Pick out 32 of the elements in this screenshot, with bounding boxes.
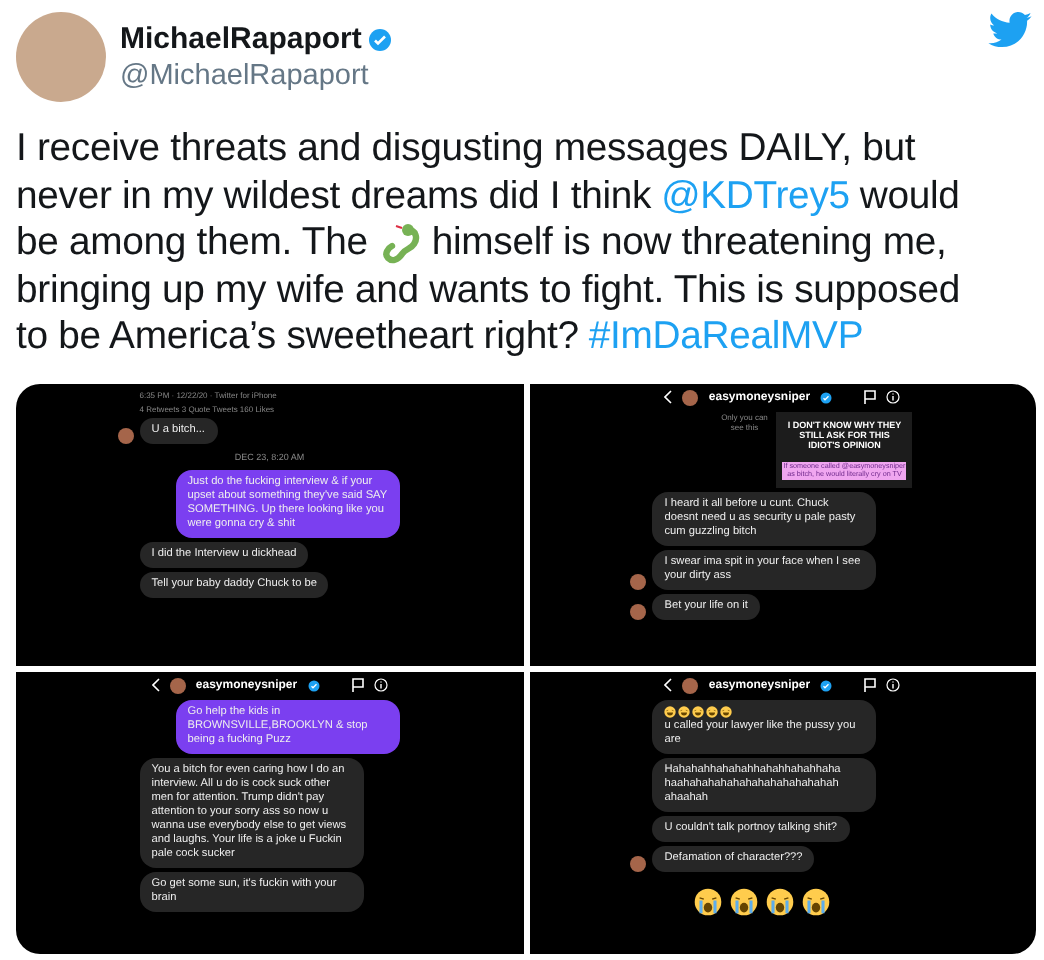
tweet-link[interactable]: #ImDaRealMVP [588, 314, 864, 361]
crying-face-icon [694, 887, 723, 915]
tweet-text: be among them. The [16, 220, 368, 267]
screenshot-panel[interactable] [16, 383, 523, 665]
avatar-circle [169, 677, 186, 693]
tweet-link[interactable]: @KDTrey5 [661, 173, 850, 220]
tweet-text: I receive threats and disgusting messages DAILY, but [16, 126, 916, 173]
avatar-circle [682, 677, 699, 693]
back-chevron-icon[interactable] [664, 678, 673, 692]
flag-icon[interactable] [864, 390, 877, 404]
bird-logo-icon [988, 12, 1032, 48]
back-chevron-icon[interactable] [151, 678, 160, 692]
screenshot-panel[interactable] [529, 383, 1036, 665]
crying-face-icon [802, 887, 831, 915]
user-handle[interactable]: @MichaelRapaport [120, 60, 974, 92]
tweet-text: himself is now threatening me, [431, 220, 947, 267]
crying-face-icon [766, 887, 795, 915]
flag-icon[interactable] [351, 678, 364, 692]
info-icon[interactable] [886, 678, 901, 692]
tweet-text: would [859, 173, 960, 220]
crying-face-icon [730, 887, 759, 915]
display-name[interactable]: MichaelRapaport [120, 22, 362, 56]
tweet-text: bringing up my wife and wants to fight. This is supposed [16, 267, 960, 314]
tweet-text: to be America’s sweetheart right? [16, 314, 579, 361]
snake-icon [377, 222, 422, 265]
info-icon[interactable] [373, 678, 388, 692]
flag-icon[interactable] [864, 678, 877, 692]
avatar-circle [682, 389, 699, 405]
screenshot-panel[interactable] [16, 671, 523, 953]
back-chevron-icon[interactable] [664, 390, 673, 404]
tweet-text: never in my wildest dreams did I think [16, 173, 652, 220]
info-icon[interactable] [886, 390, 901, 404]
